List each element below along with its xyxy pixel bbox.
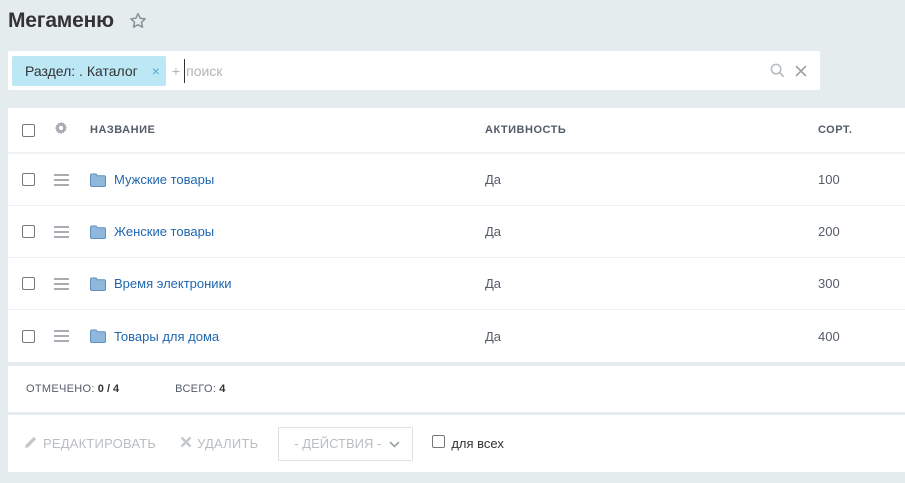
page-title: Мегаменю [8,9,114,32]
row-name: Время электроники [114,276,232,291]
add-filter-button[interactable]: + [172,63,180,79]
items-grid: НАЗВАНИЕ АКТИВНОСТЬ СОРТ. Мужские товары… [8,108,905,362]
total-count-value: 4 [219,383,226,395]
drag-handle-icon[interactable] [54,173,69,186]
gear-icon[interactable] [54,121,68,140]
row-checkbox[interactable] [22,173,35,186]
row-name: Женские товары [114,224,215,239]
filter-chip-label: Раздел: . Каталог [25,62,138,79]
row-name-link[interactable]: Товары для дома [90,329,485,344]
row-name: Товары для дома [114,328,220,344]
row-active: Да [485,224,502,239]
delete-button-label: УДАЛИТЬ [197,436,259,451]
grid-footer: ОТМЕЧЕНО: 0 / 4 ВСЕГО: 4 [8,366,905,412]
chevron-down-icon [389,436,400,451]
actions-select[interactable]: - ДЕЙСТВИЯ - [278,426,414,461]
row-checkbox[interactable] [22,329,35,343]
table-row[interactable]: Мужские товары Да 100 [8,154,905,206]
row-sort: 400 [818,328,840,344]
delete-x-icon [180,436,197,451]
selected-count-label: ОТМЕЧЕНО: [26,383,95,395]
filter-chip[interactable]: Раздел: . Каталог × [12,55,166,86]
for-all-label: для всех [451,436,504,451]
row-sort: 200 [818,224,840,239]
row-checkbox[interactable] [22,277,35,290]
drag-handle-icon[interactable] [54,277,69,290]
for-all-toggle[interactable]: для всех [432,435,504,451]
star-icon[interactable] [128,11,148,31]
folder-icon [90,225,106,239]
column-header-active[interactable]: АКТИВНОСТЬ [485,124,818,136]
folder-icon [90,329,106,343]
row-name-link[interactable]: Мужские товары [90,172,485,187]
row-active: Да [485,172,502,187]
drag-handle-icon[interactable] [54,225,69,238]
select-all-checkbox[interactable] [22,123,35,137]
grid-header: НАЗВАНИЕ АКТИВНОСТЬ СОРТ. [8,108,905,154]
edit-button-label: РЕДАКТИРОВАТЬ [43,436,157,451]
table-row[interactable]: Женские товары Да 200 [8,206,905,258]
row-name-link[interactable]: Женские товары [90,224,485,239]
delete-button[interactable]: УДАЛИТЬ [180,436,258,451]
actions-select-label: - ДЕЙСТВИЯ - [294,436,382,451]
table-row[interactable]: Товары для дома Да 400 [8,310,905,362]
selected-count-value: 0 / 4 [97,383,120,395]
close-icon[interactable]: × [152,63,160,79]
column-header-sort[interactable]: СОРТ. [818,124,905,136]
row-active: Да [485,276,502,291]
action-panel: РЕДАКТИРОВАТЬ УДАЛИТЬ - ДЕЙСТВИЯ - для в… [8,415,905,472]
row-checkbox[interactable] [22,225,35,238]
total-count-label: ВСЕГО: [175,383,217,395]
filter-bar: Раздел: . Каталог × + [8,51,820,90]
close-icon[interactable] [792,62,810,80]
folder-icon [90,277,106,291]
search-icon[interactable] [768,62,786,80]
row-name: Мужские товары [114,172,215,187]
row-sort: 100 [818,172,840,187]
row-active: Да [485,328,502,344]
for-all-checkbox[interactable] [432,435,446,448]
column-header-name[interactable]: НАЗВАНИЕ [90,124,485,136]
edit-button[interactable]: РЕДАКТИРОВАТЬ [24,435,156,452]
search-input[interactable] [184,58,768,83]
row-sort: 300 [818,276,840,291]
folder-icon [90,173,106,187]
drag-handle-icon[interactable] [54,330,69,342]
row-name-link[interactable]: Время электроники [90,276,485,291]
pencil-icon [24,435,43,452]
title-row: Мегаменю [8,6,148,36]
table-row[interactable]: Время электроники Да 300 [8,258,905,310]
